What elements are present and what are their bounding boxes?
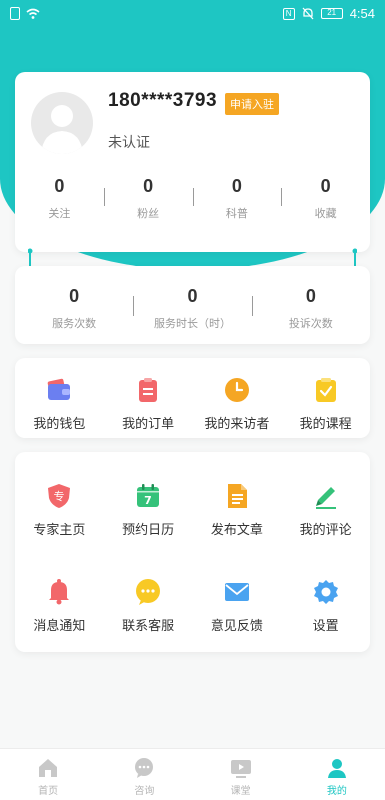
tab-label: 课堂 (230, 786, 251, 797)
menu-item-orders[interactable]: 我的订单 (104, 358, 193, 432)
gear-icon (313, 580, 338, 604)
document-icon (227, 484, 247, 508)
service-stats-card: 0 服务次数 0 服务时长（时） 0 投诉次数 (15, 266, 370, 344)
stat-following[interactable]: 0 关注 (15, 176, 104, 221)
menu-label: 我的评论 (299, 522, 352, 537)
envelope-icon (224, 583, 249, 601)
stat-value: 0 (69, 286, 80, 306)
status-right: N 21 4:54 (282, 6, 375, 21)
course-icon (315, 378, 336, 402)
consult-icon (135, 758, 154, 778)
tab-mine[interactable]: 我的 (289, 749, 385, 800)
status-left (10, 7, 40, 20)
menu-label: 我的钱包 (33, 416, 86, 431)
menu-item-courses[interactable]: 我的课程 (281, 358, 370, 432)
svg-text:专: 专 (54, 489, 65, 503)
status-bar: N 21 4:54 (0, 0, 385, 30)
stat-value: 0 (143, 176, 154, 196)
menu-item-expert-home[interactable]: 专 专家主页 (15, 452, 104, 552)
menu-label: 意见反馈 (210, 618, 263, 633)
stat-value: 0 (320, 176, 331, 196)
menu-item-wallet[interactable]: 我的钱包 (15, 358, 104, 432)
primary-menu-card: 我的钱包 我的订单 我的来访者 我的课程 (15, 358, 370, 438)
order-icon (139, 378, 158, 402)
tab-home[interactable]: 首页 (0, 749, 96, 800)
menu-label: 发布文章 (210, 522, 263, 537)
stat-label: 投诉次数 (288, 318, 333, 330)
stat-label: 粉丝 (137, 208, 160, 220)
battery-icon: 21 (320, 8, 343, 19)
menu-label: 设置 (312, 618, 339, 633)
menu-label: 我的课程 (299, 416, 352, 431)
stat-label: 服务次数 (52, 318, 97, 330)
menu-item-calendar[interactable]: 7 预约日历 (104, 452, 193, 552)
tab-label: 首页 (38, 786, 59, 797)
stat-value: 0 (305, 286, 316, 306)
bottom-tab-bar: 首页 咨询 课堂 我的 (0, 748, 385, 800)
sim-card-icon (10, 7, 20, 20)
nfc-icon: N (282, 7, 295, 20)
secondary-menu-card: 专 专家主页 7 预约日历 发布文章 我的评论 消息通知 联系客服 意见反馈 设… (15, 452, 370, 652)
menu-label: 我的来访者 (204, 416, 270, 431)
menu-item-notifications[interactable]: 消息通知 (15, 552, 104, 652)
stat-complaints: 0 投诉次数 (251, 286, 370, 331)
tab-consult[interactable]: 咨询 (96, 749, 192, 800)
calendar-icon: 7 (137, 484, 160, 507)
avatar-placeholder-icon (41, 105, 83, 154)
menu-label: 专家主页 (33, 522, 86, 537)
stat-science[interactable]: 0 科普 (192, 176, 282, 221)
stat-label: 服务时长（时） (153, 318, 231, 330)
tab-label: 我的 (326, 786, 347, 797)
stat-service-hours: 0 服务时长（时） (133, 286, 251, 331)
clock-icon (224, 378, 249, 402)
profile-card: 180****3793 申请入驻 未认证 0 关注 0 粉丝 0 科普 0 收藏 (15, 72, 370, 252)
tab-classroom[interactable]: 课堂 (193, 749, 289, 800)
menu-item-publish-article[interactable]: 发布文章 (193, 452, 282, 552)
user-phone: 180****3793 (108, 90, 218, 111)
stat-value: 0 (187, 286, 198, 306)
menu-item-my-comments[interactable]: 我的评论 (281, 452, 370, 552)
avatar[interactable] (31, 92, 93, 154)
menu-label: 消息通知 (33, 618, 86, 633)
menu-label: 联系客服 (122, 618, 175, 633)
clock-time: 4:54 (349, 6, 375, 21)
video-icon (230, 760, 251, 778)
stat-value: 0 (231, 176, 242, 196)
menu-label: 我的订单 (122, 416, 175, 431)
stat-label: 关注 (48, 208, 71, 220)
menu-item-settings[interactable]: 设置 (281, 552, 370, 652)
bell-icon (49, 579, 70, 605)
pencil-icon (315, 487, 336, 509)
mute-bell-icon (302, 7, 314, 20)
stat-label: 科普 (225, 208, 248, 220)
verify-status[interactable]: 未认证 (108, 132, 150, 152)
svg-text:7: 7 (144, 494, 152, 507)
stat-service-count: 0 服务次数 (15, 286, 133, 331)
battery-level: 21 (327, 8, 337, 17)
expert-shield-icon: 专 (48, 484, 71, 508)
menu-label: 预约日历 (122, 522, 175, 537)
menu-item-feedback[interactable]: 意见反馈 (193, 552, 282, 652)
menu-item-customer-service[interactable]: 联系客服 (104, 552, 193, 652)
stat-fans[interactable]: 0 粉丝 (103, 176, 193, 221)
menu-item-visitors[interactable]: 我的来访者 (193, 358, 282, 432)
stat-favorites[interactable]: 0 收藏 (281, 176, 370, 221)
chat-bubble-icon (136, 579, 161, 605)
profile-icon (327, 759, 346, 778)
apply-join-button[interactable]: 申请入驻 (225, 93, 279, 115)
stat-value: 0 (54, 176, 65, 196)
wifi-icon (26, 8, 40, 19)
home-icon (39, 759, 58, 777)
service-stats: 0 服务次数 0 服务时长（时） 0 投诉次数 (15, 286, 370, 331)
profile-stats: 0 关注 0 粉丝 0 科普 0 收藏 (15, 176, 370, 221)
wallet-icon (48, 378, 71, 400)
tab-label: 咨询 (134, 786, 155, 797)
stat-label: 收藏 (314, 208, 337, 220)
